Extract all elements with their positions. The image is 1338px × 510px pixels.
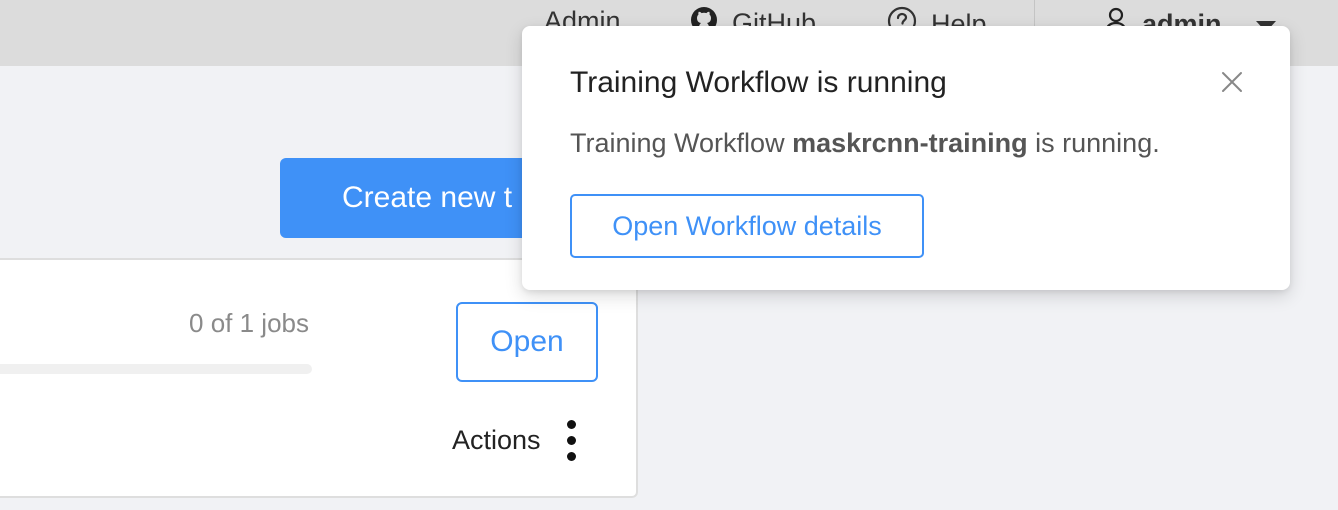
open-workflow-details-button[interactable]: Open Workflow details	[570, 194, 924, 258]
notification-title: Training Workflow is running	[570, 66, 947, 99]
task-card: 0 of 1 jobs Open Actions	[0, 258, 638, 498]
close-icon[interactable]	[1218, 68, 1246, 96]
message-prefix: Training Workflow	[570, 128, 793, 158]
workflow-notification: Training Workflow is running Training Wo…	[522, 26, 1290, 290]
actions-label: Actions	[452, 425, 541, 455]
progress-bar	[0, 364, 312, 374]
jobs-status: 0 of 1 jobs	[189, 308, 309, 338]
workflow-name: maskrcnn-training	[792, 128, 1028, 158]
message-suffix: is running.	[1027, 128, 1160, 158]
notification-message: Training Workflow maskrcnn-training is r…	[570, 128, 1160, 159]
kebab-menu-icon[interactable]	[566, 420, 576, 461]
open-task-button[interactable]: Open	[456, 302, 598, 382]
actions-menu[interactable]: Actions	[452, 420, 576, 461]
